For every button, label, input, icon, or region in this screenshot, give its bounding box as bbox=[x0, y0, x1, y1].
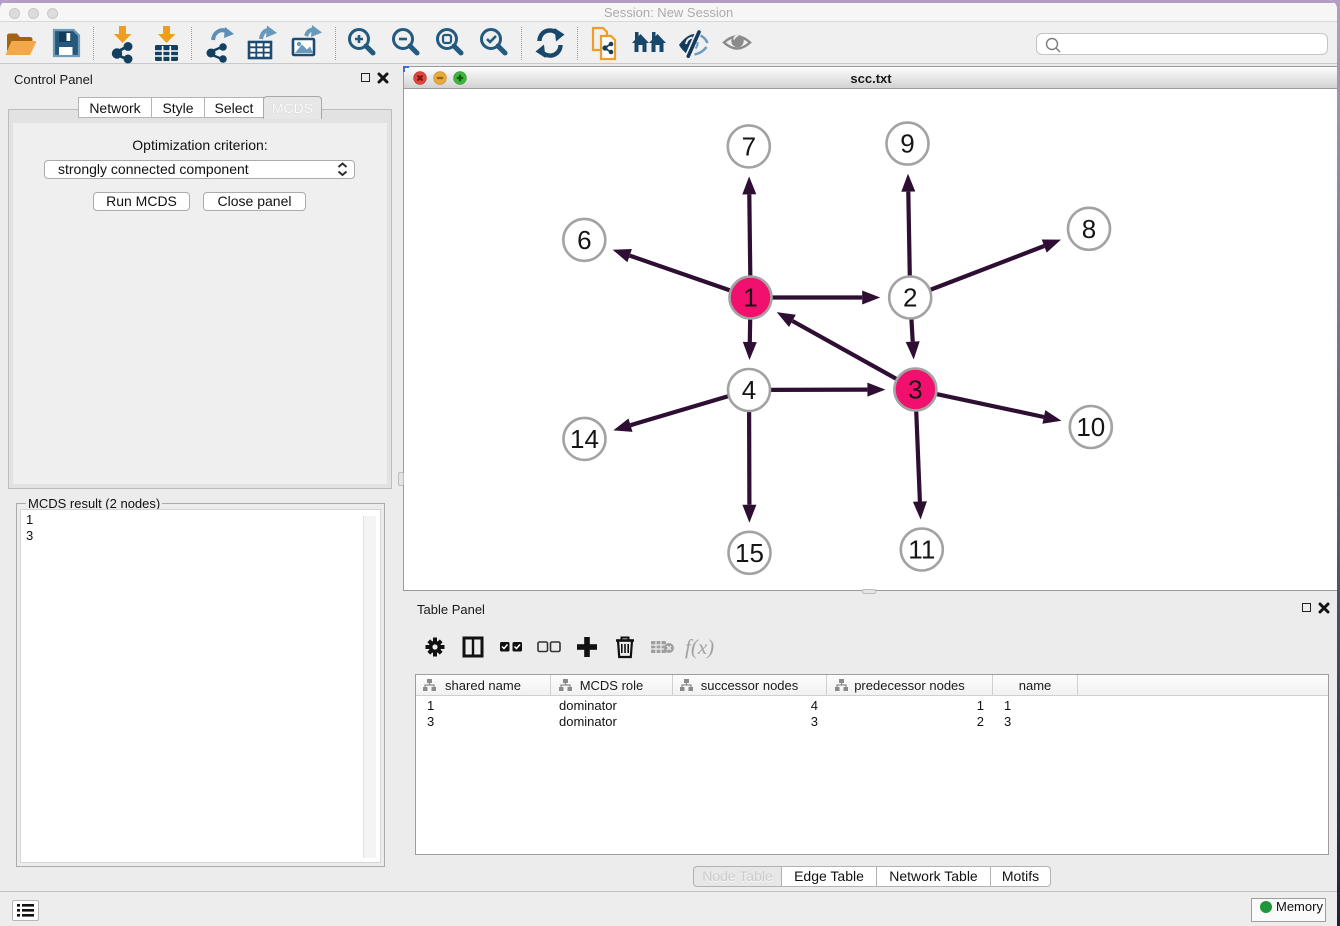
svg-text:11: 11 bbox=[908, 535, 935, 565]
svg-text:f(x): f(x) bbox=[685, 635, 714, 659]
svg-text:1: 1 bbox=[743, 283, 757, 313]
svg-text:2: 2 bbox=[903, 283, 917, 313]
svg-text:6: 6 bbox=[577, 225, 591, 255]
svg-text:10: 10 bbox=[1076, 412, 1105, 442]
svg-text:15: 15 bbox=[735, 538, 764, 568]
svg-text:8: 8 bbox=[1082, 214, 1096, 244]
svg-text:3: 3 bbox=[908, 375, 922, 405]
svg-text:14: 14 bbox=[570, 424, 599, 454]
svg-text:4: 4 bbox=[742, 375, 756, 405]
svg-text:7: 7 bbox=[742, 131, 756, 161]
svg-text:9: 9 bbox=[900, 129, 914, 159]
